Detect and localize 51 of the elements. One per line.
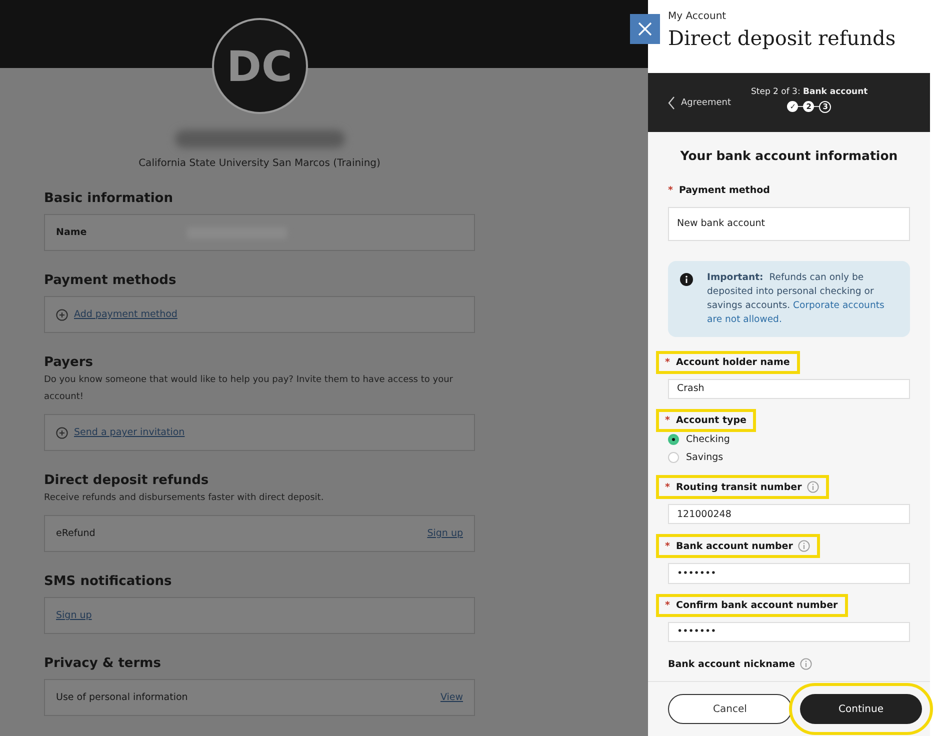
notice-text: Important: Refunds can only be deposited into personal checking or savings accounts. Corporate accounts are not allowed. (707, 270, 886, 327)
section-title: Basic information (44, 191, 174, 206)
payment-method-select[interactable]: New bank account (668, 207, 910, 241)
field-label: Bank account nickname (668, 658, 796, 670)
chevron-left-icon (668, 96, 675, 110)
section-title: Privacy & terms (44, 656, 162, 671)
section-title: Payers (44, 355, 94, 370)
input-field[interactable]: Crash (668, 378, 910, 400)
field-label: Confirm bank account number (676, 600, 838, 611)
field-label: Bank account number (676, 540, 793, 552)
close-button[interactable] (630, 14, 660, 44)
required-mark: * (665, 415, 670, 426)
row-label: eRefund (56, 528, 96, 539)
field-label: Name (56, 227, 87, 238)
close-icon (637, 21, 653, 37)
section-description: Receive refunds and disbursements faster with direct deposit. (44, 492, 325, 505)
required-mark: * (668, 185, 673, 196)
back-link[interactable]: Agreement (668, 96, 731, 110)
required-mark: * (665, 540, 670, 552)
breadcrumb: My Account (668, 11, 728, 22)
field-label: Routing transit number (676, 482, 802, 493)
add-icon (56, 308, 68, 320)
info-icon[interactable] (800, 658, 812, 670)
step-label: Step 2 of 3: Bank account (750, 86, 868, 96)
info-icon (680, 272, 693, 286)
form-heading: Your bank account information (679, 148, 899, 163)
input-field[interactable]: ••••••• (668, 622, 910, 642)
radio-button[interactable] (668, 434, 679, 446)
radio-label: Checking (686, 434, 730, 446)
institution-name: California State University San Marcos (Training) (138, 158, 380, 169)
field-label: Account type (676, 415, 746, 426)
cancel-button[interactable]: Cancel (668, 694, 792, 724)
required-mark: * (665, 600, 670, 611)
radio-button[interactable] (668, 452, 679, 464)
info-icon[interactable] (798, 540, 810, 552)
radio-label: Savings (686, 452, 724, 464)
field-label: Payment method (678, 185, 770, 196)
panel-title: Direct deposit refunds (668, 26, 897, 50)
section-title: Payment methods (44, 273, 178, 288)
required-mark: * (665, 482, 670, 493)
info-icon[interactable] (806, 481, 819, 494)
field-label: Account holder name (676, 356, 790, 368)
section-title: SMS notifications (44, 574, 173, 589)
required-mark: * (665, 356, 670, 368)
continue-button[interactable]: Continue (800, 694, 922, 724)
section-description: Do you know someone that would like to help you pay? Invite them to have access to your account! (44, 374, 454, 404)
add-icon (56, 426, 68, 438)
input-field[interactable]: ••••••• (668, 563, 910, 584)
input-field[interactable]: 121000248 (668, 504, 910, 524)
row-label: Use of personal information (56, 692, 188, 703)
section-title: Direct deposit refunds (44, 473, 210, 488)
